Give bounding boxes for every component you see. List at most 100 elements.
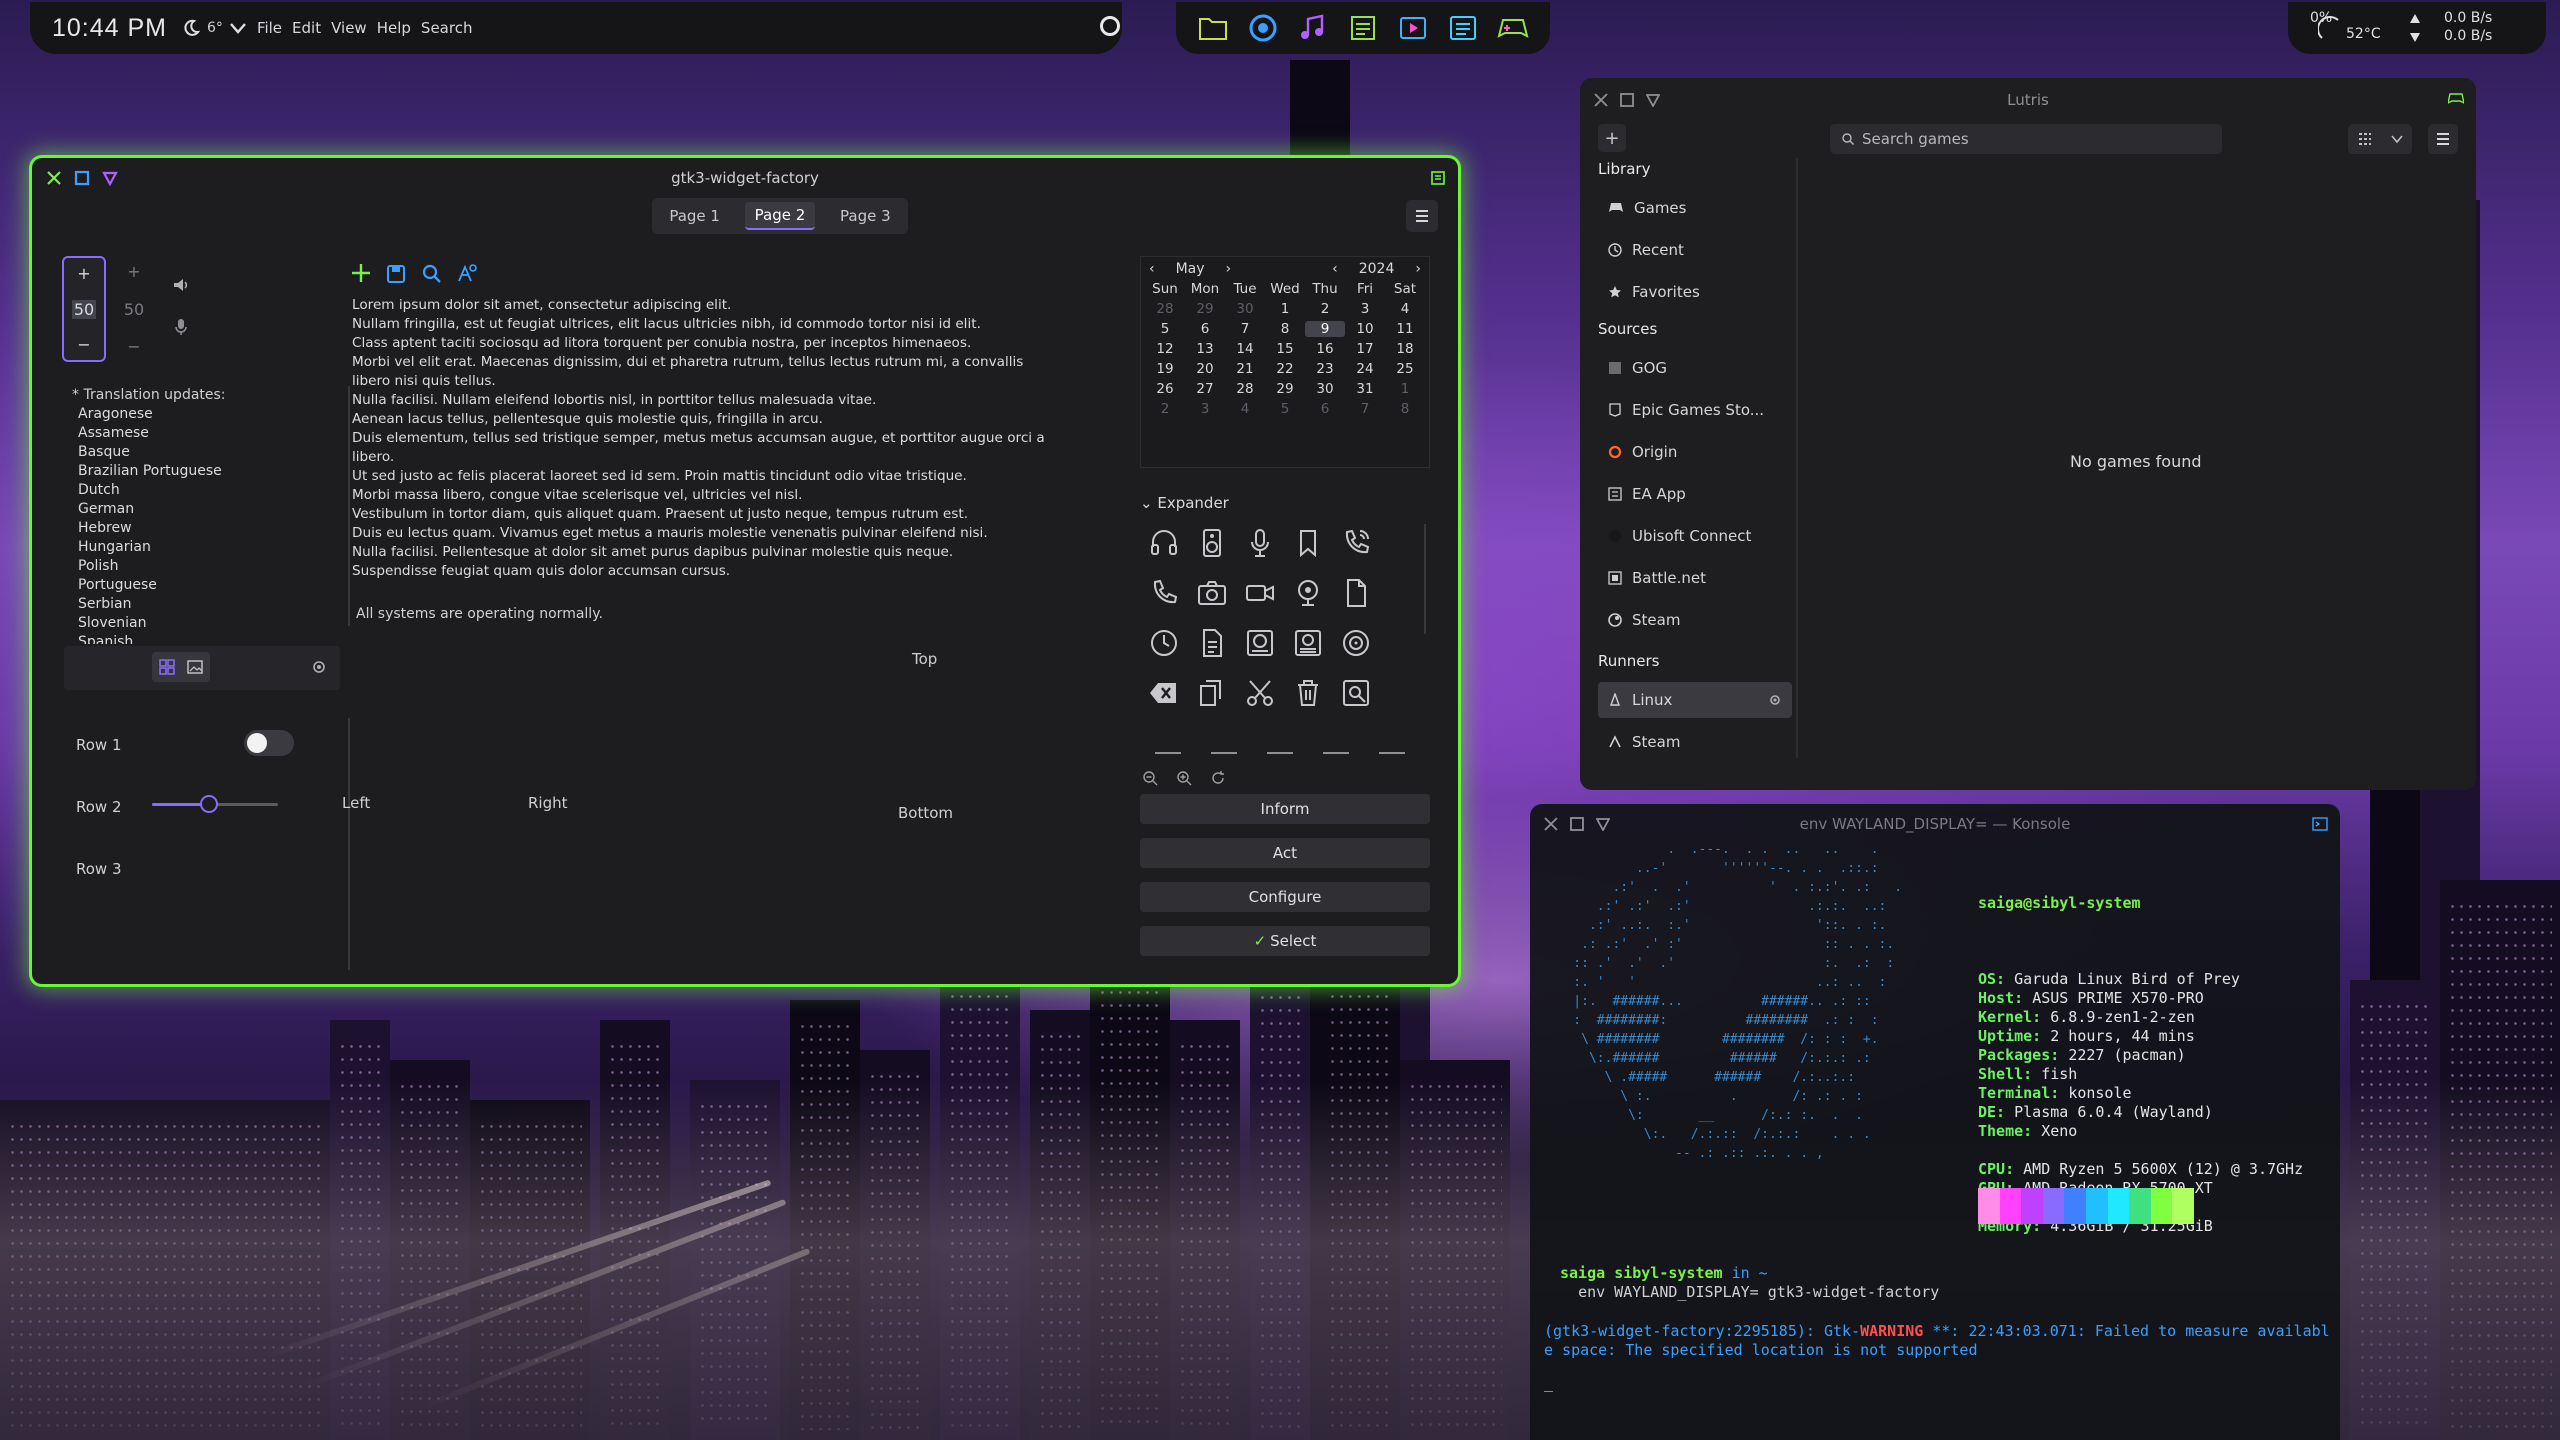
settings-icon[interactable] xyxy=(310,658,328,676)
calendar-day[interactable]: 2 xyxy=(1145,401,1185,417)
document-icon[interactable] xyxy=(1340,577,1372,613)
scissors-icon[interactable] xyxy=(1244,677,1276,713)
hamburger-menu-button[interactable] xyxy=(2428,124,2458,154)
overview-button[interactable] xyxy=(1100,16,1120,36)
backspace-icon[interactable] xyxy=(1148,677,1180,713)
document-text-icon[interactable] xyxy=(1196,627,1228,663)
sidebar-item-recent[interactable]: Recent xyxy=(1598,232,1788,268)
slider-handle[interactable] xyxy=(199,795,218,813)
save-icon[interactable] xyxy=(386,264,406,284)
calendar-day[interactable]: 5 xyxy=(1265,401,1305,417)
calendar-day[interactable]: 7 xyxy=(1345,401,1385,417)
bookmark-icon[interactable] xyxy=(1292,527,1324,563)
video-camera-icon[interactable] xyxy=(1244,577,1276,613)
calendar-day[interactable]: 12 xyxy=(1145,341,1185,357)
month-next[interactable]: › xyxy=(1226,261,1232,277)
icon-scrollbar[interactable] xyxy=(1424,524,1426,634)
text-view[interactable]: Lorem ipsum dolor sit amet, consectetur … xyxy=(352,296,1132,581)
headphones-icon[interactable] xyxy=(1148,527,1180,563)
phone-icon[interactable] xyxy=(1340,527,1372,563)
sidebar-item-gog[interactable]: GOG xyxy=(1598,350,1788,386)
webcam-icon[interactable] xyxy=(1292,577,1324,613)
calendar-day[interactable]: 23 xyxy=(1305,361,1345,377)
calendar-day[interactable]: 15 xyxy=(1265,341,1305,357)
calendar-day[interactable]: 4 xyxy=(1225,401,1265,417)
clock-icon[interactable] xyxy=(1148,627,1180,663)
zoom-in-icon[interactable] xyxy=(1176,770,1192,786)
drive-optical-icon[interactable] xyxy=(1292,627,1324,663)
menu-view[interactable]: View xyxy=(331,19,367,37)
calendar-day[interactable]: 28 xyxy=(1225,381,1265,397)
color-picker-icon[interactable] xyxy=(456,262,478,284)
sidebar-item-linux[interactable]: Linux xyxy=(1598,682,1792,718)
spin-decrement[interactable]: − xyxy=(77,335,90,354)
calendar[interactable]: ‹ May › ‹ 2024 › Sun Mon Tue Wed Thu Fri Sat 28… xyxy=(1140,256,1430,468)
calendar-day[interactable]: 27 xyxy=(1185,381,1225,397)
expander[interactable]: ⌄ Expander xyxy=(1140,494,1229,512)
calendar-day[interactable]: 2 xyxy=(1305,301,1345,317)
calendar-day[interactable]: 7 xyxy=(1225,321,1265,337)
calendar-day[interactable]: 5 xyxy=(1145,321,1185,337)
sidebar-item-games[interactable]: Games xyxy=(1598,190,1788,226)
grid-view-icon[interactable] xyxy=(158,658,176,676)
terminal-icon[interactable] xyxy=(1447,12,1479,44)
drive-icon[interactable] xyxy=(1244,627,1276,663)
add-game-button[interactable]: + xyxy=(1598,124,1626,152)
calendar-day[interactable]: 6 xyxy=(1185,321,1225,337)
select-button[interactable]: ✓ Select xyxy=(1140,926,1430,956)
menu-search[interactable]: Search xyxy=(421,19,473,37)
notes-icon[interactable] xyxy=(1347,12,1379,44)
scrollbar[interactable] xyxy=(348,386,350,626)
music-icon[interactable] xyxy=(1297,12,1329,44)
calendar-day[interactable]: 24 xyxy=(1345,361,1385,377)
year-next[interactable]: › xyxy=(1415,261,1421,277)
image-view-icon[interactable] xyxy=(186,658,204,676)
calendar-day[interactable]: 3 xyxy=(1345,301,1385,317)
sidebar-item-origin[interactable]: Origin xyxy=(1598,434,1788,470)
calendar-day[interactable]: 6 xyxy=(1305,401,1345,417)
video-icon[interactable] xyxy=(1397,12,1429,44)
calendar-day[interactable]: 30 xyxy=(1225,301,1265,317)
add-icon[interactable] xyxy=(350,262,372,284)
copy-icon[interactable] xyxy=(1196,677,1228,713)
row-2-slider[interactable] xyxy=(152,795,278,813)
calendar-day[interactable]: 8 xyxy=(1265,321,1305,337)
microphone-icon[interactable] xyxy=(1244,527,1276,563)
calendar-day[interactable]: 30 xyxy=(1305,381,1345,397)
row-1-switch[interactable] xyxy=(244,730,294,756)
menu-edit[interactable]: Edit xyxy=(292,19,321,37)
gear-icon[interactable] xyxy=(1768,693,1782,707)
calendar-day[interactable]: 19 xyxy=(1145,361,1185,377)
menu-file[interactable]: File xyxy=(257,19,282,37)
calendar-day[interactable]: 3 xyxy=(1185,401,1225,417)
search-icon[interactable] xyxy=(422,264,442,284)
cursor[interactable]: _ xyxy=(1544,1374,1553,1393)
sidebar-item-ubisoft[interactable]: Ubisoft Connect xyxy=(1598,518,1788,554)
find-image-icon[interactable] xyxy=(1340,677,1372,713)
disc-icon[interactable] xyxy=(1340,627,1372,663)
refresh-icon[interactable] xyxy=(1210,770,1226,786)
calendar-day[interactable]: 1 xyxy=(1385,381,1425,397)
clock[interactable]: 10:44 PM xyxy=(52,14,167,43)
calendar-day[interactable]: 10 xyxy=(1345,321,1385,337)
view-toggle[interactable] xyxy=(2348,124,2412,154)
weather-widget[interactable]: 6° xyxy=(181,18,247,38)
calendar-day[interactable]: 21 xyxy=(1225,361,1265,377)
calendar-day[interactable]: 28 xyxy=(1145,301,1185,317)
trash-icon[interactable] xyxy=(1292,677,1324,713)
calendar-day[interactable]: 25 xyxy=(1385,361,1425,377)
zoom-out-icon[interactable] xyxy=(1142,770,1158,786)
calendar-day[interactable]: 14 xyxy=(1225,341,1265,357)
tab-page-1[interactable]: Page 1 xyxy=(659,203,730,229)
camera-icon[interactable] xyxy=(1196,577,1228,613)
month-prev[interactable]: ‹ xyxy=(1149,261,1155,277)
calendar-day[interactable]: 1 xyxy=(1265,301,1305,317)
chevron-down-icon[interactable] xyxy=(2390,134,2403,144)
microphone-small-icon[interactable] xyxy=(174,318,188,336)
calendar-day[interactable]: 17 xyxy=(1345,341,1385,357)
hamburger-menu-button[interactable] xyxy=(1406,200,1438,232)
browser-icon[interactable] xyxy=(1247,12,1279,44)
gamepad-icon[interactable] xyxy=(1497,12,1529,44)
sidebar-item-steam-runner[interactable]: Steam xyxy=(1598,724,1788,760)
search-input[interactable]: Search games xyxy=(1830,124,2222,154)
